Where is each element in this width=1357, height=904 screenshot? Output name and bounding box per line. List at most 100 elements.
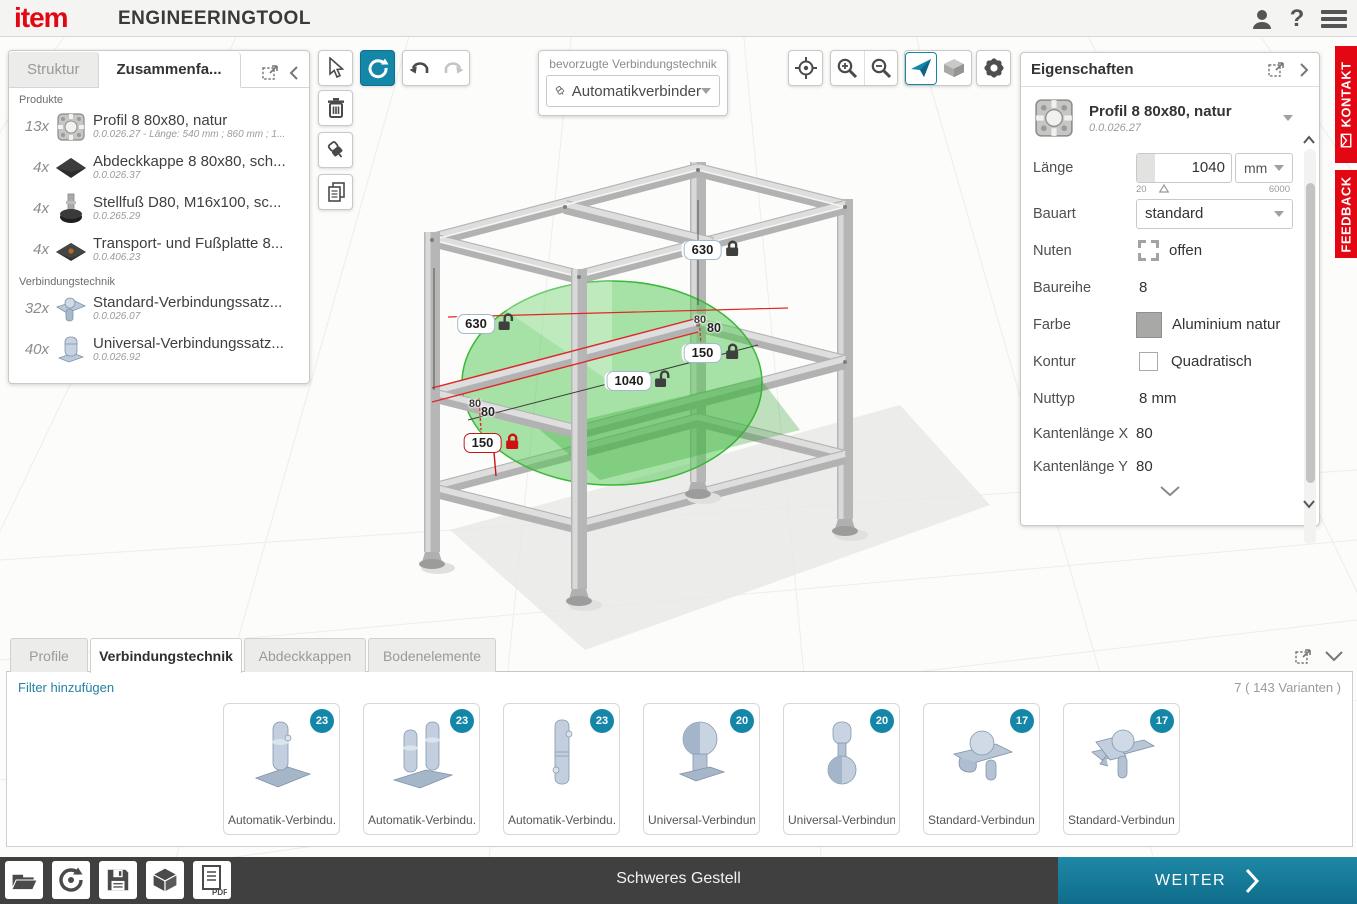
kantenlaenge-x-value: 80	[1136, 425, 1153, 442]
solid-view-button[interactable]	[937, 51, 970, 85]
copy-documents-icon	[325, 181, 347, 203]
undo-icon	[409, 59, 431, 77]
delete-button[interactable]	[318, 90, 353, 126]
card-label: Universal-Verbindun...	[648, 813, 755, 827]
menu-icon[interactable]	[1319, 5, 1349, 33]
rotate-icon	[367, 57, 389, 79]
properties-header: Eigenschaften	[1021, 53, 1319, 87]
select-tool-button[interactable]	[318, 50, 353, 86]
help-icon[interactable]: ?	[1282, 5, 1312, 33]
weiter-label: WEITER	[1155, 872, 1226, 890]
farbe-label: Farbe	[1033, 317, 1136, 333]
kantenlaenge-x-row: Kantenlänge X 80	[1021, 417, 1319, 450]
dimension-label-630-top[interactable]: 630	[684, 240, 741, 260]
wireframe-view-button[interactable]	[905, 52, 937, 85]
scroll-up-icon[interactable]	[1303, 135, 1315, 145]
baureihe-value: 8	[1139, 279, 1147, 296]
tab-struktur[interactable]: Struktur	[9, 52, 99, 87]
properties-scrollbar[interactable]	[1304, 149, 1316, 545]
catalog-card[interactable]: 23 Automatik-Verbindu...	[223, 703, 340, 835]
item-logo[interactable]: item	[14, 2, 68, 34]
redo-button[interactable]	[436, 51, 469, 85]
laenge-input[interactable]: 1040	[1136, 153, 1232, 183]
catalog-card[interactable]: 20 Universal-Verbindun...	[643, 703, 760, 835]
expand-more-icon[interactable]	[1159, 485, 1181, 497]
card-label: Automatik-Verbindu...	[368, 813, 475, 827]
export-3d-button[interactable]	[146, 861, 184, 899]
chevron-down-icon[interactable]	[1283, 115, 1293, 121]
verbindung-section-title: Verbindungstechnik	[19, 276, 309, 288]
catalog-card[interactable]: 23 Automatik-Verbindu...	[363, 703, 480, 835]
list-item-standard-verbindungssatz[interactable]: 32x Standard-Verbindungssatz... 0.0.026.…	[9, 288, 309, 329]
nuten-open-icon[interactable]	[1136, 238, 1161, 263]
fit-view-button[interactable]	[788, 50, 823, 86]
preferred-connection-select[interactable]: Automatikverbinder	[546, 75, 720, 107]
collapse-right-icon[interactable]	[1299, 62, 1309, 78]
slider-marker-icon[interactable]	[1159, 184, 1169, 193]
tab-zusammenfassung[interactable]: Zusammenfa...	[99, 52, 241, 88]
item-quantity: 32x	[9, 300, 49, 317]
collapse-panel-icon[interactable]	[1324, 650, 1344, 662]
export-pdf-button[interactable]: PDF	[193, 861, 231, 899]
dimension-label-630-left[interactable]: 630	[457, 314, 517, 334]
scroll-down-icon[interactable]	[1303, 499, 1315, 509]
list-item-abdeckkappe[interactable]: 4x Abdeckkappe 8 80x80, sch... 0.0.026.3…	[9, 147, 309, 188]
bauart-select[interactable]: standard	[1136, 199, 1293, 229]
connector-universal-icon	[49, 332, 93, 368]
popout-icon[interactable]	[1295, 648, 1312, 665]
kontakt-tab[interactable]: KONTAKT	[1335, 46, 1357, 163]
card-label: Automatik-Verbindu...	[508, 813, 615, 827]
tab-verbindungstechnik[interactable]: Verbindungstechnik	[90, 638, 242, 673]
tab-profile[interactable]: Profile	[10, 638, 88, 672]
tab-bodenelemente[interactable]: Bodenelemente	[368, 638, 496, 672]
popout-icon[interactable]	[262, 64, 279, 81]
zoom-in-button[interactable]	[831, 51, 865, 85]
catalog-card[interactable]: 20 Universal-Verbindun...	[783, 703, 900, 835]
connector-standard-icon	[49, 291, 93, 327]
copy-button[interactable]	[318, 174, 353, 210]
scrollbar-thumb[interactable]	[1306, 183, 1315, 483]
laenge-min: 20	[1136, 184, 1147, 195]
universal-verbinder-image	[802, 712, 882, 797]
feedback-tab[interactable]: FEEDBACK	[1335, 170, 1357, 258]
dimension-label-1040[interactable]: 1040	[607, 371, 674, 391]
list-item-stellfuss[interactable]: 4x Stellfuß D80, M16x100, sc... 0.0.265.…	[9, 188, 309, 229]
restore-button[interactable]	[52, 861, 90, 899]
user-icon[interactable]	[1247, 5, 1277, 33]
undo-button[interactable]	[403, 51, 436, 85]
selected-product-row[interactable]: Profil 8 80x80, natur 0.0.026.27	[1021, 87, 1319, 147]
solid-block-icon	[942, 57, 966, 79]
variants-count: 7 ( 143 Varianten )	[1234, 680, 1341, 695]
popout-icon[interactable]	[1268, 61, 1285, 78]
list-item-profil[interactable]: 13x Profil 8 80x80, natur 0.0.026.27 - L…	[9, 106, 309, 147]
square-contour-icon[interactable]	[1139, 352, 1158, 371]
dimension-label-150-right[interactable]: 150	[684, 343, 741, 363]
weiter-button[interactable]: WEITER	[1058, 857, 1357, 904]
catalog-card[interactable]: 17 Standard-Verbindun...	[923, 703, 1040, 835]
kantenlaenge-y-value: 80	[1136, 458, 1153, 475]
lock-closed-icon	[723, 239, 740, 258]
collapse-left-icon[interactable]	[289, 65, 299, 81]
connector-plug-icon	[325, 139, 347, 161]
list-item-fussplatte[interactable]: 4x Transport- und Fußplatte 8... 0.0.406…	[9, 229, 309, 270]
open-project-button[interactable]	[5, 861, 43, 899]
tab-abdeckkappen[interactable]: Abdeckkappen	[244, 638, 366, 672]
save-button[interactable]	[99, 861, 137, 899]
color-swatch[interactable]	[1136, 312, 1162, 338]
laenge-unit-select[interactable]: mm	[1235, 153, 1293, 183]
connector-tool-button[interactable]	[318, 132, 353, 168]
list-item-universal-verbindungssatz[interactable]: 40x Universal-Verbindungssatz... 0.0.026…	[9, 329, 309, 370]
dimension-label-150-locked[interactable]: 150	[464, 433, 521, 453]
zoom-out-button[interactable]	[865, 51, 898, 85]
view-settings-button[interactable]	[976, 50, 1011, 86]
rotate-tool-button[interactable]	[360, 50, 395, 86]
catalog-card[interactable]: 17 Standard-Verbindun...	[1063, 703, 1180, 835]
pdf-label: PDF	[212, 888, 227, 896]
lock-open-icon	[653, 370, 673, 389]
zoom-in-icon	[836, 57, 858, 79]
filter-add-link[interactable]: Filter hinzufügen	[18, 680, 114, 695]
nuttyp-row: Nuttyp 8 mm	[1021, 380, 1319, 417]
dimension-label-80: 80	[481, 405, 495, 419]
catalog-card[interactable]: 23 Automatik-Verbindu...	[503, 703, 620, 835]
item-detail: 0.0.026.07	[93, 311, 309, 322]
